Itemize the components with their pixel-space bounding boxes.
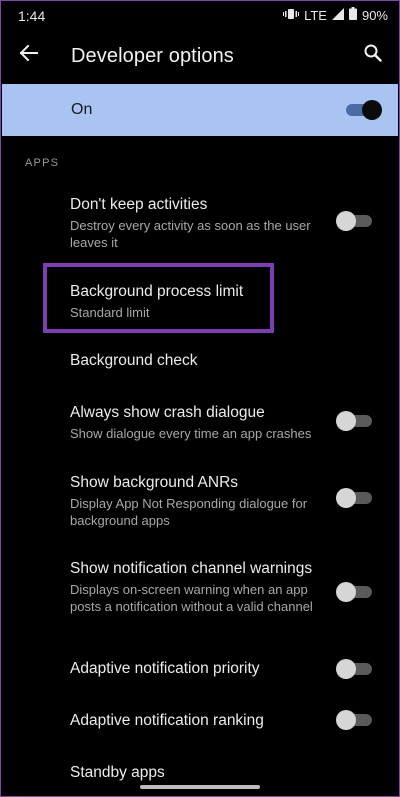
section-header-apps: APPS — [25, 157, 60, 169]
toggle-always-show-crash-dialogue[interactable] — [336, 411, 372, 431]
setting-title: Background process limit — [70, 283, 244, 300]
setting-title: Background check — [70, 352, 198, 369]
signal-icon — [331, 7, 344, 23]
setting-standby-apps[interactable]: Standby apps — [70, 763, 400, 783]
setting-title: Standby apps — [70, 764, 165, 781]
setting-title: Show notification channel warnings — [70, 560, 313, 577]
app-bar: Developer options — [0, 30, 400, 82]
search-button[interactable] — [358, 40, 388, 70]
toggle-adaptive-notification-ranking[interactable] — [336, 710, 372, 730]
status-bar: 1:44 LTE 90% — [0, 0, 400, 30]
master-toggle[interactable] — [346, 100, 382, 120]
gesture-nav-handle[interactable] — [140, 785, 260, 789]
toggle-adaptive-notification-priority[interactable] — [336, 659, 372, 679]
network-type: LTE — [304, 7, 327, 23]
setting-background-process-limit[interactable]: Background process limit Standard limit — [70, 282, 400, 321]
toggle-dont-keep-activities[interactable] — [336, 211, 372, 231]
battery-level: 90% — [361, 7, 388, 23]
master-switch-label: On — [71, 101, 93, 118]
back-button[interactable] — [14, 40, 44, 70]
arrow-back-icon — [19, 44, 38, 66]
page-title: Developer options — [71, 45, 234, 67]
status-time: 1:44 — [18, 8, 46, 24]
battery-icon — [348, 7, 357, 23]
toggle-show-background-anrs[interactable] — [336, 488, 372, 508]
vibrate-icon — [283, 8, 300, 23]
status-icons: LTE 90% — [283, 7, 388, 23]
toggle-show-notification-channel-warnings[interactable] — [336, 582, 372, 602]
setting-subtitle: Standard limit — [70, 305, 150, 320]
developer-options-master-switch[interactable]: On — [2, 84, 398, 136]
setting-background-check[interactable]: Background check — [70, 351, 400, 371]
search-icon — [364, 44, 382, 67]
